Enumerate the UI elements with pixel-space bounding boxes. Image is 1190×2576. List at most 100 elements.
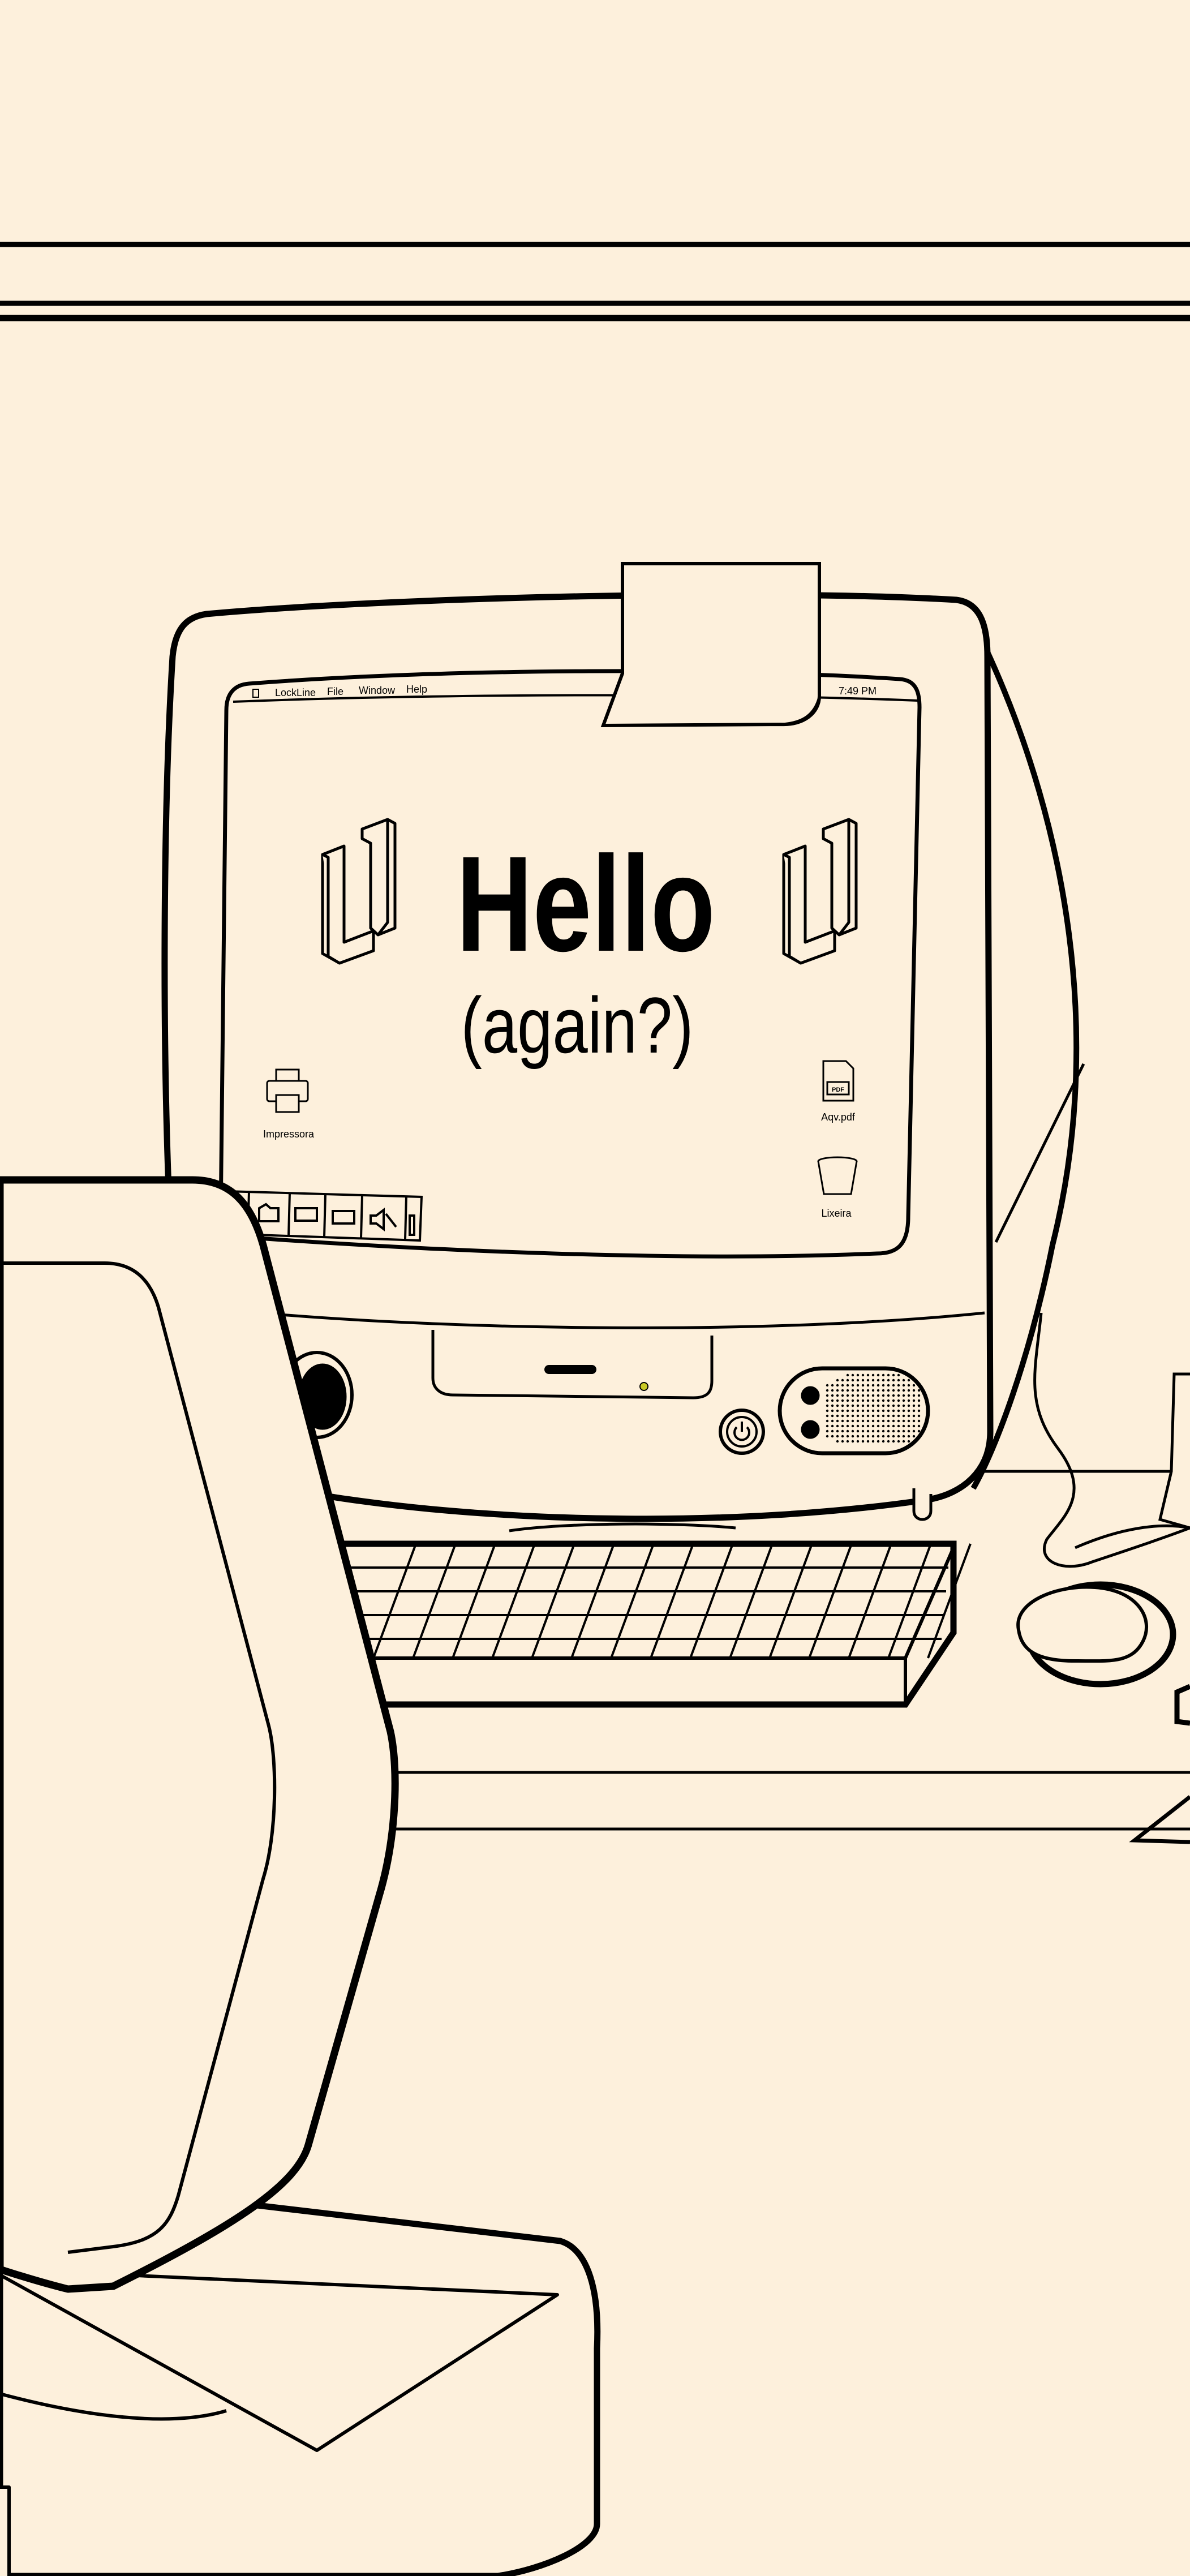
grille-dot (831, 1424, 834, 1428)
grille-dot (866, 1389, 870, 1392)
grille-dot (826, 1419, 829, 1423)
grille-dot (841, 1429, 844, 1433)
grille-dot (841, 1404, 844, 1407)
grille-dot (836, 1389, 839, 1392)
grille-dot (897, 1404, 900, 1407)
grille-dot (846, 1409, 849, 1412)
grille-dot (836, 1440, 839, 1443)
grille-dot (866, 1404, 870, 1407)
grille-dot (877, 1409, 880, 1412)
grille-dot (902, 1379, 905, 1382)
grille-dot (877, 1389, 880, 1392)
second-monitor-edge (1074, 1372, 1190, 1549)
grille-dot (897, 1419, 900, 1423)
grille-dot (892, 1389, 895, 1392)
grille-dot (836, 1379, 839, 1382)
grille-dot (907, 1424, 910, 1428)
grille-dot (861, 1409, 865, 1412)
trash-icon (817, 1156, 858, 1195)
menu-clock: 7:49 PM (839, 685, 877, 697)
grille-dot (877, 1399, 880, 1402)
grille-dot (866, 1414, 870, 1418)
grille-dot (851, 1404, 854, 1407)
grille-dot (841, 1409, 844, 1412)
grille-dot (892, 1435, 895, 1438)
grille-dot (902, 1440, 905, 1443)
grille-dot (861, 1435, 865, 1438)
grille-dot (861, 1429, 865, 1433)
grille-dot (841, 1414, 844, 1418)
grille-dot (846, 1404, 849, 1407)
grille-dot (871, 1373, 875, 1377)
grille-dot (912, 1414, 916, 1418)
grille-dot (861, 1389, 865, 1392)
grille-dot (871, 1440, 875, 1443)
grille-dot (917, 1399, 921, 1402)
grille-dot (841, 1394, 844, 1397)
grille-dot (836, 1414, 839, 1418)
grille-dot (846, 1373, 849, 1377)
grille-dot (851, 1419, 854, 1423)
grille-dot (882, 1424, 885, 1428)
grille-dot (831, 1414, 834, 1418)
grille-dot (836, 1384, 839, 1387)
grille-dot (887, 1440, 890, 1443)
grille-dot (902, 1419, 905, 1423)
grille-dot (841, 1435, 844, 1438)
grille-dot (902, 1409, 905, 1412)
grille-dot (856, 1394, 860, 1397)
grille-dot (866, 1440, 870, 1443)
grille-dot (846, 1440, 849, 1443)
grille-dot (831, 1389, 834, 1392)
grille-dot (907, 1389, 910, 1392)
grille-dot (907, 1429, 910, 1433)
grille-dot (836, 1409, 839, 1412)
grille-dot (902, 1394, 905, 1397)
grille-dot (887, 1379, 890, 1382)
grille-dot (892, 1424, 895, 1428)
grille-dot (861, 1394, 865, 1397)
pdf-file-icon (822, 1060, 854, 1102)
desktop-icon-trash[interactable]: Lixeira (817, 1156, 858, 1219)
grille-dot (831, 1399, 834, 1402)
grille-dot (856, 1373, 860, 1377)
grille-dot (897, 1399, 900, 1402)
desktop-icon-pdf[interactable]: PDF Aqv.pdf (821, 1060, 856, 1123)
power-button (719, 1409, 765, 1455)
grille-dot (861, 1373, 865, 1377)
keyboard (330, 1522, 972, 1708)
grille-dot (871, 1424, 875, 1428)
grille-dot (846, 1384, 849, 1387)
grille-dot (856, 1379, 860, 1382)
grille-dot (826, 1429, 829, 1433)
grille-dot (907, 1409, 910, 1412)
grille-dot (907, 1379, 910, 1382)
grille-dot (836, 1424, 839, 1428)
grille-dot (826, 1424, 829, 1428)
grille-dot (851, 1414, 854, 1418)
grille-dot (831, 1384, 834, 1387)
grille-dot (841, 1419, 844, 1423)
grille-dot (902, 1435, 905, 1438)
pdf-label: Aqv.pdf (821, 1111, 856, 1123)
grille-dot (902, 1424, 905, 1428)
grille-dot (861, 1414, 865, 1418)
grille-dot (866, 1419, 870, 1423)
keyboard-icon[interactable] (332, 1210, 355, 1225)
grille-dot (851, 1440, 854, 1443)
grille-dot (856, 1414, 860, 1418)
grille-dot (882, 1404, 885, 1407)
grille-dot (866, 1384, 870, 1387)
grille-dot (866, 1399, 870, 1402)
grille-dot (856, 1404, 860, 1407)
grille-dot (851, 1389, 854, 1392)
grille-dot (871, 1399, 875, 1402)
grille-dot (892, 1414, 895, 1418)
grille-dot (887, 1404, 890, 1407)
calendar-icon[interactable] (294, 1207, 318, 1222)
grille-dot (831, 1394, 834, 1397)
grille-dot (912, 1409, 916, 1412)
grille-dot (856, 1435, 860, 1438)
grille-dot (826, 1404, 829, 1407)
grille-dot (836, 1394, 839, 1397)
